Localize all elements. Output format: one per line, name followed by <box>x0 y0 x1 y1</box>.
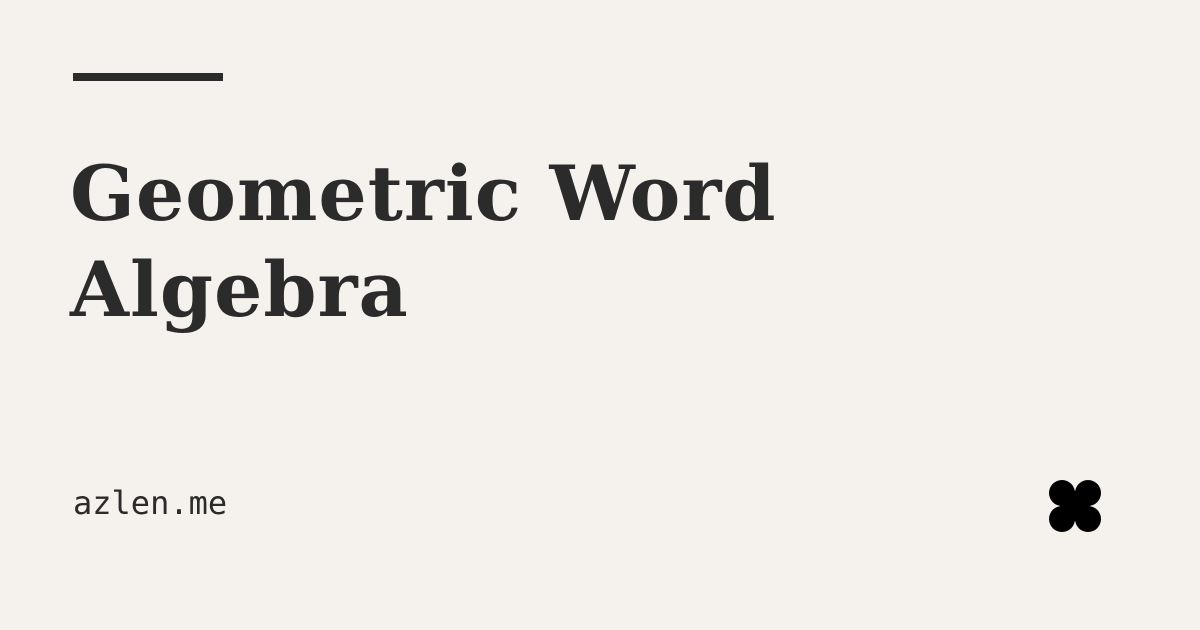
site-url: azlen.me <box>73 484 228 522</box>
page-title: Geometric Word Algebra <box>70 149 777 334</box>
quatrefoil-logo-icon <box>1049 480 1101 532</box>
accent-rule <box>73 73 223 81</box>
social-card: Geometric Word Algebra azlen.me <box>0 0 1200 630</box>
